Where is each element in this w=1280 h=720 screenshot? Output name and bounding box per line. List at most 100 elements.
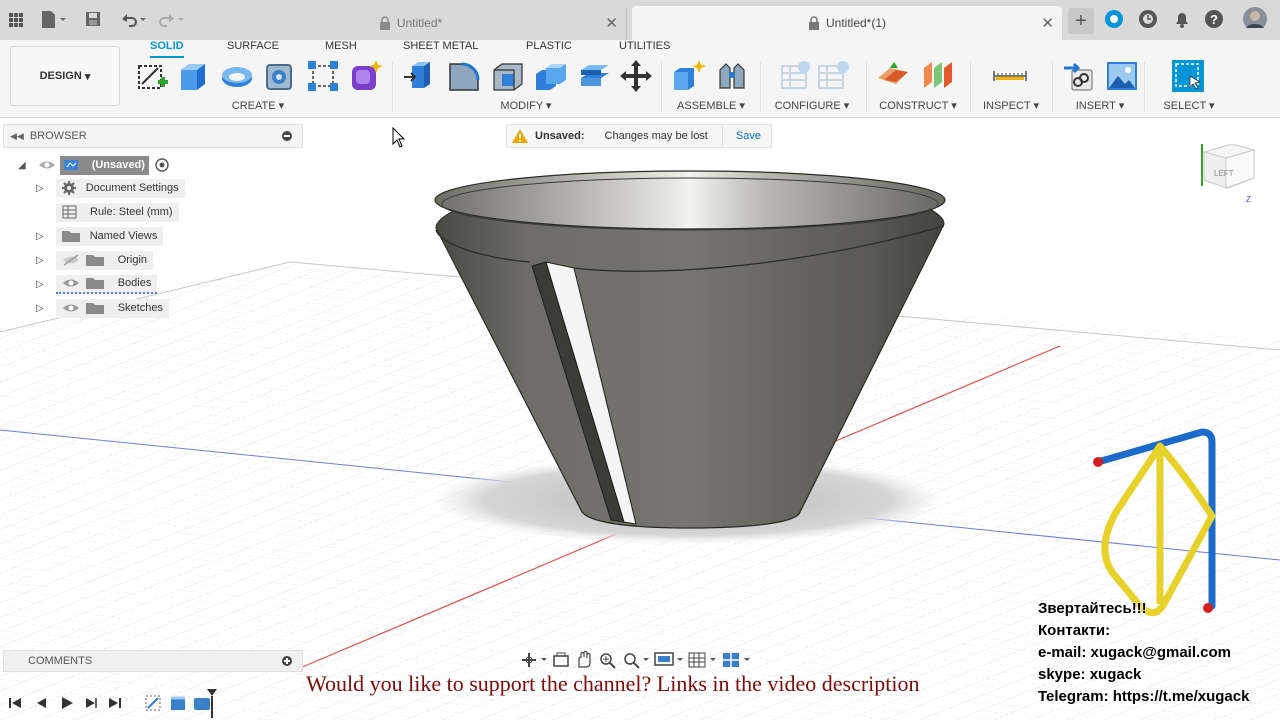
tab-label: Untitled*	[396, 16, 443, 30]
close-tab-icon[interactable]: ✕	[1041, 14, 1054, 32]
file-menu-icon[interactable]	[40, 8, 68, 30]
hidden-eye-icon[interactable]	[62, 254, 80, 266]
help-icon[interactable]: ?	[1204, 9, 1224, 31]
browser-node-bodies[interactable]: ▷ Bodies	[36, 274, 158, 294]
browser-node-origin[interactable]: ▷ Origin	[36, 250, 154, 270]
browser-node-named-views[interactable]: ▷ Named Views	[36, 226, 164, 246]
tab-untitled[interactable]: Untitled* ✕	[195, 6, 627, 40]
joint-icon[interactable]	[714, 58, 750, 94]
apps-grid-icon[interactable]	[8, 8, 24, 30]
visibility-eye-icon[interactable]	[62, 277, 80, 289]
plane-at-angle-icon[interactable]	[920, 58, 956, 94]
mouse-cursor-icon	[392, 127, 406, 148]
tab-plastic[interactable]: PLASTIC	[526, 40, 572, 58]
extensions-icon[interactable]	[1104, 9, 1124, 31]
insert-menu[interactable]: INSERT ▾	[1070, 99, 1130, 112]
form-icon[interactable]	[348, 58, 384, 94]
collapse-triangle-icon[interactable]: ◢	[18, 160, 26, 171]
browser-toggle-icon[interactable]	[282, 131, 292, 141]
create-menu[interactable]: CREATE ▾	[222, 99, 294, 112]
new-component-icon[interactable]	[670, 58, 706, 94]
tab-sheet-metal[interactable]: SHEET METAL	[403, 40, 478, 58]
timeline-marker-icon[interactable]	[206, 688, 218, 718]
shell-icon[interactable]	[490, 58, 526, 94]
insert-derive-icon[interactable]	[1062, 58, 1098, 94]
go-to-end-icon[interactable]	[108, 696, 122, 710]
insert-image-icon[interactable]	[1104, 58, 1140, 94]
create-sketch-icon[interactable]	[134, 58, 170, 94]
tab-label: Untitled*(1)	[825, 16, 887, 30]
select-icon[interactable]	[1170, 58, 1206, 94]
viewports-icon[interactable]	[722, 651, 752, 669]
grid-snaps-icon[interactable]	[688, 651, 718, 669]
timeline-revolve-feature-icon[interactable]	[168, 692, 188, 714]
expand-triangle-icon[interactable]: ▷	[36, 231, 44, 242]
orbit-icon[interactable]	[520, 651, 548, 669]
step-back-icon[interactable]	[34, 696, 48, 710]
hole-icon[interactable]	[262, 58, 298, 94]
tab-untitled-1[interactable]: Untitled*(1) ✕	[632, 6, 1062, 40]
look-at-icon[interactable]	[552, 651, 570, 669]
browser-node-document-settings[interactable]: ▷ Document Settings	[36, 178, 185, 198]
browser-root-node[interactable]: ◢ (Unsaved)	[18, 155, 169, 175]
add-comment-icon[interactable]	[282, 656, 292, 666]
expand-triangle-icon[interactable]: ▷	[36, 255, 44, 266]
offset-plane-icon[interactable]	[876, 58, 912, 94]
undo-icon[interactable]	[118, 8, 148, 30]
user-avatar-icon[interactable]	[1242, 6, 1268, 28]
tab-mesh[interactable]: MESH	[325, 40, 357, 58]
comments-panel-header[interactable]: COMMENTS	[3, 650, 303, 672]
visibility-eye-icon[interactable]	[38, 159, 56, 171]
construct-menu[interactable]: CONSTRUCT ▾	[876, 99, 960, 112]
save-button[interactable]: Save	[736, 130, 761, 142]
timeline-sketch-feature-icon[interactable]	[144, 692, 164, 714]
fillet-icon[interactable]	[446, 58, 482, 94]
workspace-switcher[interactable]: DESIGN ▾	[10, 46, 120, 106]
configure-menu[interactable]: CONFIGURE ▾	[770, 99, 854, 112]
browser-node-sketches[interactable]: ▷ Sketches	[36, 298, 169, 318]
select-menu[interactable]: SELECT ▾	[1158, 99, 1220, 112]
new-tab-button[interactable]: +	[1068, 8, 1094, 34]
title-bar: Untitled* ✕ Untitled*(1) ✕ + ?	[0, 0, 1280, 40]
expand-triangle-icon[interactable]: ▷	[36, 183, 44, 194]
visibility-eye-icon[interactable]	[62, 302, 80, 314]
expand-triangle-icon[interactable]: ▷	[36, 303, 44, 314]
save-icon[interactable]	[84, 8, 102, 30]
measure-icon[interactable]	[992, 58, 1028, 94]
configure-table-icon[interactable]	[778, 58, 814, 94]
browser-panel-header[interactable]: ◀◀ BROWSER	[3, 124, 303, 148]
modify-menu[interactable]: MODIFY ▾	[488, 99, 564, 112]
zoom-icon[interactable]	[598, 651, 618, 669]
tab-solid[interactable]: SOLID	[150, 40, 184, 58]
move-copy-icon[interactable]	[618, 58, 654, 94]
revolve-icon[interactable]	[219, 58, 255, 94]
play-icon[interactable]	[60, 696, 74, 710]
pattern-icon[interactable]	[305, 58, 341, 94]
expand-triangle-icon[interactable]: ▷	[36, 279, 44, 290]
folder-icon	[85, 255, 104, 266]
offset-face-icon[interactable]	[577, 58, 613, 94]
fit-zoom-icon[interactable]	[622, 651, 650, 669]
viewcube[interactable]: LEFT Z	[1198, 134, 1264, 206]
redo-icon[interactable]	[156, 8, 186, 30]
assemble-menu[interactable]: ASSEMBLE ▾	[671, 99, 751, 112]
close-tab-icon[interactable]: ✕	[605, 14, 618, 32]
activate-radio-icon[interactable]	[155, 158, 169, 172]
contacts-overlay: Звертайтесь!!! Контакти: e-mail: xugack@…	[1038, 598, 1249, 708]
extrude-icon[interactable]	[175, 58, 211, 94]
tab-utilities[interactable]: UTILITIES	[619, 40, 670, 58]
node-row: Named Views	[55, 226, 164, 246]
go-to-start-icon[interactable]	[8, 696, 22, 710]
press-pull-icon[interactable]	[402, 58, 438, 94]
collapse-arrows-icon[interactable]: ◀◀	[10, 131, 24, 142]
combine-icon[interactable]	[533, 58, 569, 94]
browser-node-rule[interactable]: Rule: Steel (mm)	[56, 202, 179, 222]
step-forward-icon[interactable]	[84, 696, 98, 710]
display-settings-icon[interactable]	[654, 651, 684, 669]
tab-surface[interactable]: SURFACE	[227, 40, 279, 58]
configure-rule-icon[interactable]	[815, 58, 851, 94]
inspect-menu[interactable]: INSPECT ▾	[980, 99, 1042, 112]
notifications-icon[interactable]	[1172, 9, 1192, 31]
job-status-icon[interactable]	[1138, 9, 1158, 31]
pan-hand-icon[interactable]	[574, 651, 594, 669]
